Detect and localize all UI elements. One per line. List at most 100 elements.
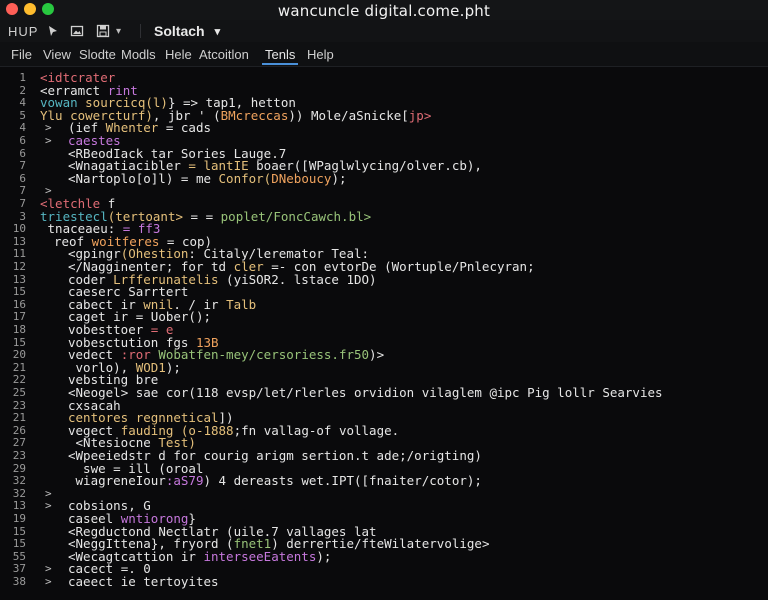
code-token: wiagreneIour [68,473,166,489]
line-number: 7 [19,159,26,173]
line-number: 2 [19,83,26,97]
code-line[interactable]: caeect ie tertoyites [68,574,219,589]
fold-chevron-icon[interactable]: > [45,575,52,588]
code-token: (yiSOR2. lstace 1DO) [218,271,377,287]
code-token: <Nartoplo[o]l [68,170,166,186]
line-number: 1 [19,71,26,84]
chevron-down-icon: ▾ [214,25,221,38]
search-dropdown-button[interactable]: Soltach ▾ [154,23,220,39]
line-number: 5 [19,108,26,122]
fold-chevron-icon[interactable]: > [45,499,52,512]
line-number-gutter: 1 2 4 5 4 6 6 7 6 7 7 3 10 13 11 12 13 15 16 17 18 15 20 21 22 25… [0,67,30,600]
line-number: 21 [12,360,26,374]
line-number: 7 [19,184,26,198]
code-token: ;fn vallag-of vollage. [233,422,400,438]
menu-item-atcoitlon[interactable]: Atcoitlon [196,46,252,63]
pin-icon[interactable] [46,23,60,39]
code-token: ); [165,359,181,375]
code-line[interactable]: <Neogel> sae cor(118 evsp/let/rlerles or… [68,385,663,400]
fold-chevron-icon[interactable]: > [45,562,52,575]
code-token: ) = [165,170,196,186]
line-number: 25 [12,386,26,399]
line-number: 23 [12,398,26,412]
code-token: poplet/FoncCawch.bl> [220,208,372,224]
line-number: 11 [12,247,26,261]
line-number: 15 [12,335,26,349]
save-icon[interactable] [96,23,110,39]
line-number: 27 [12,436,26,450]
line-number: 20 [12,348,26,362]
fold-chevron-icon[interactable]: > [45,134,52,147]
line-number: 37 [12,562,26,576]
line-number: 7 [19,197,26,210]
menu-item-view[interactable]: View [40,46,74,63]
toolbar: HUP ▾ Soltach ▾ [0,20,768,42]
code-token: = cads [158,120,212,136]
line-number: 15 [12,285,26,299]
code-token: ); [331,170,347,186]
fold-chevron-icon[interactable]: > [45,121,52,134]
code-token: jp> [408,107,432,123]
menu-item-slodte[interactable]: Slodte [76,46,119,63]
hup-button[interactable]: HUP [8,23,38,39]
code-token: ([fnaiter/cotor); [354,473,482,489]
line-number: 32 [12,474,26,488]
line-number: 21 [12,411,26,425]
menu-item-hele[interactable]: Hele [162,46,195,63]
code-line[interactable]: <Nartoplo[o]l) = me Confor(DNeboucy); [68,171,347,186]
code-editor[interactable]: 1 2 4 5 4 6 6 7 6 7 7 3 10 13 11 12 13 15 16 17 18 15 20 21 22 25… [0,67,768,600]
line-number: 16 [12,297,26,311]
code-token: )> [369,347,385,363]
code-token: :aS79 [165,473,204,489]
code-token: Talb [226,296,257,312]
line-number: 6 [19,171,26,185]
code-token: Wilatervolige> [384,536,490,552]
search-label: Soltach [154,23,205,39]
code-line[interactable]: wiagreneIour:aS79) 4 dereasts wet.IPT([f… [68,473,482,488]
menu-item-modls[interactable]: Modls [118,46,159,63]
chevron-down-icon[interactable]: ▾ [116,23,121,39]
code-token: ), [466,158,482,174]
line-number: 6 [19,146,26,160]
code-token: ir [180,548,204,564]
line-number: 23 [12,449,26,462]
line-number: 17 [12,310,26,324]
code-token: Confor( [218,170,272,186]
line-number: 55 [12,549,26,563]
line-number: 26 [12,423,26,437]
code-token: ) 4 dereasts wet.IPT [203,473,354,489]
code-token: Wobatfen-mey/cersoriess.fr50 [158,347,370,363]
line-number: 4 [19,121,26,135]
code-editor-window: wancuncle digital.come.pht HUP ▾ Soltach… [0,0,768,600]
title-bar: wancuncle digital.come.pht [0,0,768,20]
code-token: )) [288,107,311,123]
line-number: 29 [12,461,26,475]
fold-chevron-icon[interactable]: > [45,487,52,500]
code-token: olver.cb [406,158,467,174]
code-token: = = [183,208,221,224]
code-token: caeect [68,574,121,589]
window-title: wancuncle digital.come.pht [277,2,491,20]
code-token: ); [316,548,332,564]
menu-item-tenls[interactable]: Tenls [262,46,299,65]
code-token: ie [120,574,144,589]
line-number: 6 [19,134,26,147]
line-number: 13 [12,272,26,286]
line-number: 3 [19,209,26,223]
menu-item-help[interactable]: Help [304,46,337,63]
image-icon[interactable] [70,23,84,39]
code-token: interseeEatents [203,548,317,564]
menu-bar: File View Slodte Modls Hele Atcoitlon Tenls Hel… [0,42,768,67]
line-number: 18 [12,323,26,336]
code-token: BMcreccas [220,107,289,123]
code-token: Mole/aSnicke[ [310,107,409,123]
line-number: 19 [12,512,26,525]
line-number: 15 [12,524,26,538]
code-token: tertoyites [143,574,219,589]
line-number: 38 [12,575,26,588]
toolbar-divider [140,24,141,38]
menu-item-file[interactable]: File [8,46,35,63]
line-number: 22 [12,373,26,387]
line-number: 13 [12,499,26,513]
line-number: 32 [12,486,26,500]
